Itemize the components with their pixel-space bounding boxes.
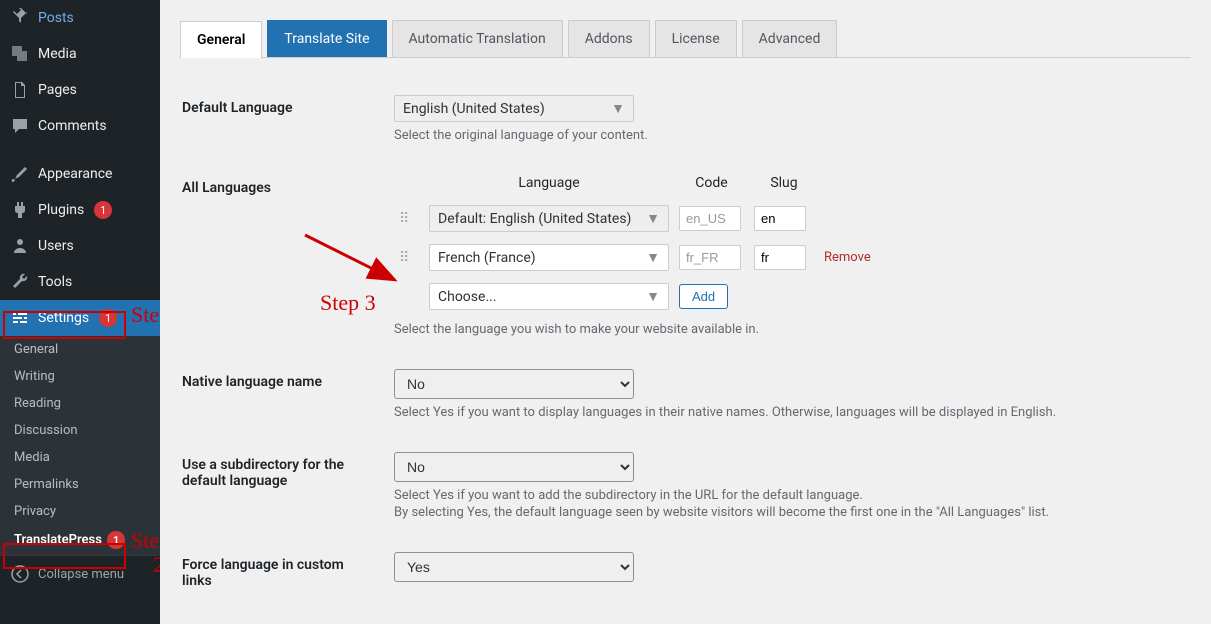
native-name-select[interactable]: No [394,369,634,399]
user-icon [10,236,30,256]
submenu-writing[interactable]: Writing [0,363,160,390]
settings-badge: 1 [99,309,117,327]
all-languages-label: All Languages [182,160,382,352]
submenu-translatepress[interactable]: TranslatePress 1 [0,525,160,555]
col-code: Code [674,175,749,199]
default-language-select[interactable]: English (United States)▼ [394,95,634,122]
chevron-down-icon: ▼ [646,210,660,227]
chevron-down-icon: ▼ [646,288,660,305]
tab-license[interactable]: License [655,20,737,57]
col-language: Language [424,175,674,199]
submenu-reading[interactable]: Reading [0,390,160,417]
default-language-label: Default Language [182,80,382,158]
tab-general[interactable]: General [180,21,262,58]
native-name-desc: Select Yes if you want to display langua… [394,405,1179,420]
translatepress-badge: 1 [107,531,125,549]
main-content: General Translate Site Automatic Transla… [160,0,1211,624]
submenu-permalinks[interactable]: Permalinks [0,471,160,498]
lang-row-0-code [679,206,741,231]
force-select[interactable]: Yes [394,552,634,582]
menu-item-tools[interactable]: Tools [0,264,160,300]
tab-translate-site[interactable]: Translate Site [267,20,386,57]
brush-icon [10,164,30,184]
menu-item-settings[interactable]: Settings1 [0,300,160,336]
drag-handle-icon[interactable]: ⠿ [399,211,410,227]
menu-item-users[interactable]: Users [0,228,160,264]
chevron-down-icon: ▼ [611,100,625,117]
force-label: Force language in custom links [182,537,382,609]
subdir-select[interactable]: No [394,452,634,482]
menu-item-comments[interactable]: Comments [0,108,160,144]
tabs: General Translate Site Automatic Transla… [180,10,1191,58]
media-icon [10,44,30,64]
lang-row-0-slug[interactable] [754,206,806,231]
comment-icon [10,116,30,136]
chevron-down-icon: ▼ [646,249,660,266]
collapse-menu[interactable]: Collapse menu [0,555,160,592]
tab-advanced[interactable]: Advanced [742,20,838,57]
remove-language-link[interactable]: Remove [824,250,871,265]
default-language-desc: Select the original language of your con… [394,128,1179,143]
subdir-desc1: Select Yes if you want to add the subdir… [394,488,1179,503]
pages-icon [10,80,30,100]
lang-row-1-code [679,245,741,270]
sliders-icon [10,308,30,328]
menu-item-plugins[interactable]: Plugins1 [0,192,160,228]
tab-addons[interactable]: Addons [568,20,650,57]
subdir-label: Use a subdirectory for the default langu… [182,437,382,535]
menu-item-posts[interactable]: Posts [0,0,160,36]
all-languages-desc: Select the language you wish to make you… [394,322,1179,337]
pin-icon [10,8,30,28]
submenu-media[interactable]: Media [0,444,160,471]
lang-row-0-select[interactable]: Default: English (United States)▼ [429,205,669,232]
native-name-label: Native language name [182,354,382,435]
menu-item-media[interactable]: Media [0,36,160,72]
choose-language-select[interactable]: Choose...▼ [429,283,669,310]
menu-item-appearance[interactable]: Appearance [0,156,160,192]
plugins-badge: 1 [94,201,112,219]
tab-automatic-translation[interactable]: Automatic Translation [392,20,563,57]
submenu-general[interactable]: General [0,336,160,363]
subdir-desc2: By selecting Yes, the default language s… [394,505,1179,520]
lang-row-1-select[interactable]: French (France)▼ [429,244,669,271]
submenu-privacy[interactable]: Privacy [0,498,160,525]
lang-row-1-slug[interactable] [754,245,806,270]
plug-icon [10,200,30,220]
wrench-icon [10,272,30,292]
collapse-icon [10,564,30,584]
drag-handle-icon[interactable]: ⠿ [399,250,410,266]
admin-sidebar: Posts Media Pages Comments Appearance Pl… [0,0,160,624]
settings-submenu: General Writing Reading Discussion Media… [0,336,160,555]
menu-item-pages[interactable]: Pages [0,72,160,108]
col-slug: Slug [749,175,819,199]
add-language-button[interactable]: Add [679,284,728,309]
submenu-discussion[interactable]: Discussion [0,417,160,444]
